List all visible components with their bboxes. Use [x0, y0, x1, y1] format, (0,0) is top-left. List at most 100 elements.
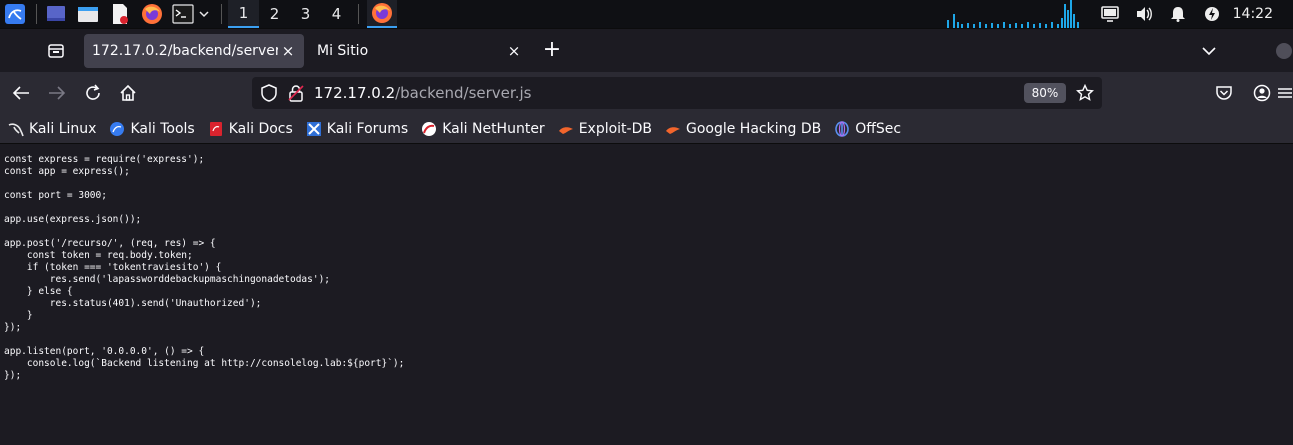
- bell-icon: [1170, 7, 1185, 22]
- taskbar-divider: [36, 4, 37, 24]
- account-icon: [1253, 84, 1271, 102]
- navigation-toolbar: 172.17.0.2/backend/server.js 80%: [0, 72, 1293, 114]
- browser-tab-strip: 172.17.0.2/backend/server.js × Mi Sitio …: [0, 28, 1293, 72]
- bookmark-kali-docs[interactable]: Kali Docs: [208, 121, 293, 137]
- url-bar[interactable]: 172.17.0.2/backend/server.js 80%: [252, 77, 1102, 109]
- tab-title: Mi Sitio: [317, 43, 369, 59]
- bookmark-label: Kali Linux: [29, 120, 97, 137]
- kali-tools-icon: [109, 121, 125, 137]
- firefox-view-button[interactable]: [46, 41, 66, 61]
- terminal-launcher[interactable]: [171, 1, 195, 27]
- account-button[interactable]: [1252, 83, 1272, 103]
- offsec-icon: [834, 120, 850, 137]
- bookmark-exploit-db[interactable]: Exploit-DB: [558, 121, 652, 137]
- url-text[interactable]: 172.17.0.2/backend/server.js: [314, 84, 531, 102]
- terminal-icon: [172, 4, 194, 24]
- bookmark-label: Kali NetHunter: [442, 120, 545, 137]
- kali-forums-icon: [306, 121, 322, 137]
- insecure-lock-icon[interactable]: [287, 84, 305, 102]
- network-monitor-graph: [946, 0, 1079, 28]
- tab-title: 172.17.0.2/backend/server.js: [92, 43, 278, 59]
- kali-menu-button[interactable]: [2, 1, 28, 27]
- firefox-task-button[interactable]: [367, 0, 397, 28]
- arrow-right-icon: [49, 86, 66, 100]
- kali-nethunter-icon: [421, 121, 437, 137]
- app-menu-button[interactable]: [1278, 83, 1292, 103]
- show-desktop-button[interactable]: [43, 1, 69, 27]
- bookmark-kali-forums[interactable]: Kali Forums: [306, 121, 408, 137]
- zoom-level-button[interactable]: 80%: [1024, 83, 1066, 103]
- desktop-icon: [47, 6, 65, 21]
- chevron-down-icon: [199, 11, 209, 18]
- bookmark-label: OffSec: [855, 120, 902, 137]
- firefox-launcher[interactable]: [139, 1, 165, 27]
- bookmark-label: Kali Docs: [228, 120, 293, 137]
- window-control-dot[interactable]: [1276, 43, 1292, 59]
- clock[interactable]: 14:22: [1233, 6, 1273, 22]
- speaker-icon: [1136, 7, 1152, 21]
- reload-icon: [86, 84, 100, 100]
- url-path: /backend/server.js: [395, 84, 532, 102]
- monitor-icon: [1100, 6, 1119, 22]
- shield-icon[interactable]: [260, 84, 278, 102]
- file-manager-button[interactable]: [75, 1, 101, 27]
- source-code-text: const express = require('express'); cons…: [4, 154, 405, 381]
- tab-close-button[interactable]: ×: [278, 41, 298, 61]
- tab-server-js[interactable]: 172.17.0.2/backend/server.js ×: [84, 34, 304, 68]
- list-all-tabs-button[interactable]: [1199, 41, 1219, 61]
- notifications-button[interactable]: [1167, 0, 1189, 28]
- firefox-view-icon: [48, 44, 64, 58]
- bookmark-offsec[interactable]: OffSec: [834, 121, 901, 137]
- power-status-button[interactable]: [1201, 0, 1223, 28]
- kali-docs-icon: [208, 121, 224, 137]
- chevron-down-icon: [1202, 47, 1216, 56]
- taskbar-divider: [221, 4, 222, 24]
- bookmark-star-icon[interactable]: [1076, 84, 1094, 102]
- workspace-1[interactable]: 1: [228, 0, 259, 28]
- bookmark-label: Kali Forums: [326, 120, 409, 137]
- bookmark-label: Kali Tools: [130, 120, 195, 137]
- home-icon: [120, 84, 136, 101]
- reload-button[interactable]: [83, 83, 103, 103]
- text-editor-icon: [113, 4, 128, 24]
- workspace-4[interactable]: 4: [321, 0, 352, 28]
- ghdb-icon: [665, 121, 681, 137]
- hamburger-menu-icon: [1278, 88, 1292, 98]
- taskbar: 1 2 3 4 14:22: [0, 0, 1293, 28]
- bookmark-kali-nethunter[interactable]: Kali NetHunter: [421, 120, 545, 137]
- kali-logo-icon: [5, 4, 25, 24]
- kali-dragon-icon: [8, 121, 24, 137]
- firefox-icon: [142, 4, 162, 24]
- workspace-3[interactable]: 3: [290, 0, 321, 28]
- launcher-dropdown[interactable]: [197, 1, 211, 27]
- firefox-icon: [372, 3, 392, 23]
- workspace-switcher: 1 2 3 4: [228, 0, 352, 28]
- bookmark-label: Exploit-DB: [578, 120, 652, 137]
- back-button[interactable]: [11, 83, 31, 103]
- exploit-db-icon: [558, 121, 574, 137]
- bookmark-label: Google Hacking DB: [685, 120, 822, 137]
- pocket-icon: [1216, 86, 1232, 100]
- bookmark-kali-linux[interactable]: Kali Linux: [8, 121, 96, 137]
- forward-button[interactable]: [47, 83, 67, 103]
- bookmarks-toolbar: Kali Linux Kali Tools Kali Docs Kali For…: [0, 114, 1293, 144]
- page-content: const express = require('express'); cons…: [0, 145, 1293, 445]
- bookmark-kali-tools[interactable]: Kali Tools: [109, 120, 195, 137]
- pocket-button[interactable]: [1214, 83, 1234, 103]
- tab-close-button[interactable]: ×: [504, 41, 524, 61]
- display-settings-button[interactable]: [1099, 0, 1121, 28]
- text-editor-button[interactable]: [107, 1, 133, 27]
- volume-button[interactable]: [1133, 0, 1155, 28]
- tab-mi-sitio[interactable]: Mi Sitio ×: [309, 34, 530, 68]
- system-tray: 14:22: [945, 0, 1293, 28]
- battery-charging-icon: [1204, 7, 1219, 21]
- taskbar-divider: [358, 4, 359, 24]
- workspace-2[interactable]: 2: [259, 0, 290, 28]
- home-button[interactable]: [118, 83, 138, 103]
- bookmark-google-hacking-db[interactable]: Google Hacking DB: [665, 121, 821, 137]
- url-host: 172.17.0.2: [314, 84, 396, 102]
- folder-icon: [78, 7, 98, 22]
- new-tab-button[interactable]: +: [541, 39, 563, 62]
- arrow-left-icon: [12, 86, 29, 100]
- launcher-group: [0, 0, 217, 28]
